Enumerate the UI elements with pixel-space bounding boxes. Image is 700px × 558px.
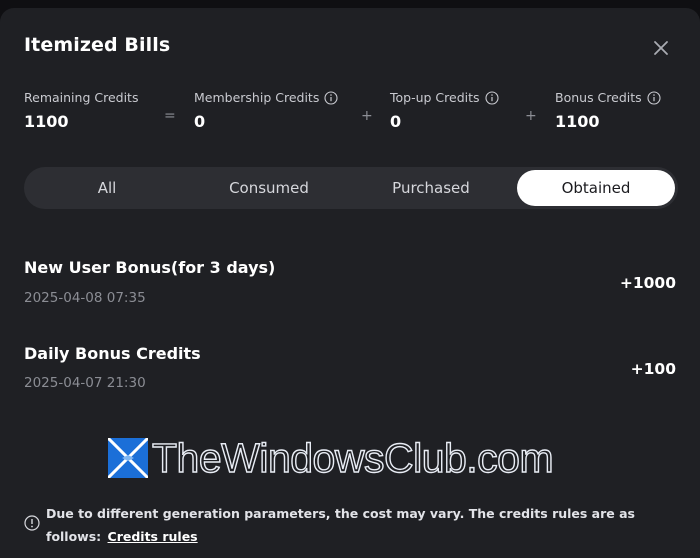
item-date: 2025-04-07 21:30 <box>24 375 146 391</box>
membership-credits-label: Membership Credits <box>194 90 320 105</box>
membership-credits: Membership Credits 0 <box>194 90 338 131</box>
remaining-credits: Remaining Credits 1100 <box>24 90 138 131</box>
info-icon[interactable] <box>484 90 499 105</box>
info-icon[interactable] <box>647 90 661 105</box>
tab-all[interactable]: All <box>28 170 186 206</box>
remaining-credits-label: Remaining Credits <box>24 90 139 105</box>
filter-tabs: All Consumed Purchased Obtained <box>24 167 678 209</box>
topup-credits: Top-up Credits 0 <box>390 90 499 131</box>
watermark-text: TheWindowsClub.com <box>151 434 554 481</box>
bonus-credits-label: Bonus Credits <box>555 90 642 105</box>
watermark: TheWindowsClub.com <box>108 433 554 483</box>
item-amount: +100 <box>630 360 676 378</box>
item-date: 2025-04-08 07:35 <box>24 290 146 306</box>
item-title: New User Bonus(for 3 days) <box>24 258 276 277</box>
plus-sign: + <box>361 108 373 124</box>
bonus-credits-value: 1100 <box>555 112 600 131</box>
footer-note: Due to different generation parameters, … <box>46 502 680 548</box>
close-button[interactable] <box>648 35 674 61</box>
topup-credits-label: Top-up Credits <box>390 90 480 105</box>
item-title: Daily Bonus Credits <box>24 344 201 363</box>
close-icon <box>654 41 668 55</box>
itemized-bills-dialog: Itemized Bills Remaining Credits 1100 = … <box>0 8 700 558</box>
dialog-title: Itemized Bills <box>24 34 171 56</box>
info-icon[interactable] <box>324 90 338 105</box>
equals-sign: = <box>164 108 176 124</box>
remaining-credits-value: 1100 <box>24 112 69 131</box>
membership-credits-value: 0 <box>194 112 206 131</box>
windows-logo-icon <box>108 438 148 478</box>
topup-credits-value: 0 <box>390 112 402 131</box>
tab-consumed[interactable]: Consumed <box>190 170 348 206</box>
credits-rules-link[interactable]: Credits rules <box>108 529 198 544</box>
bonus-credits: Bonus Credits 1100 <box>555 90 661 131</box>
plus-sign: + <box>525 108 537 124</box>
info-icon <box>24 515 40 531</box>
tab-purchased[interactable]: Purchased <box>352 170 510 206</box>
tab-obtained[interactable]: Obtained <box>517 170 675 206</box>
item-amount: +1000 <box>619 274 676 292</box>
